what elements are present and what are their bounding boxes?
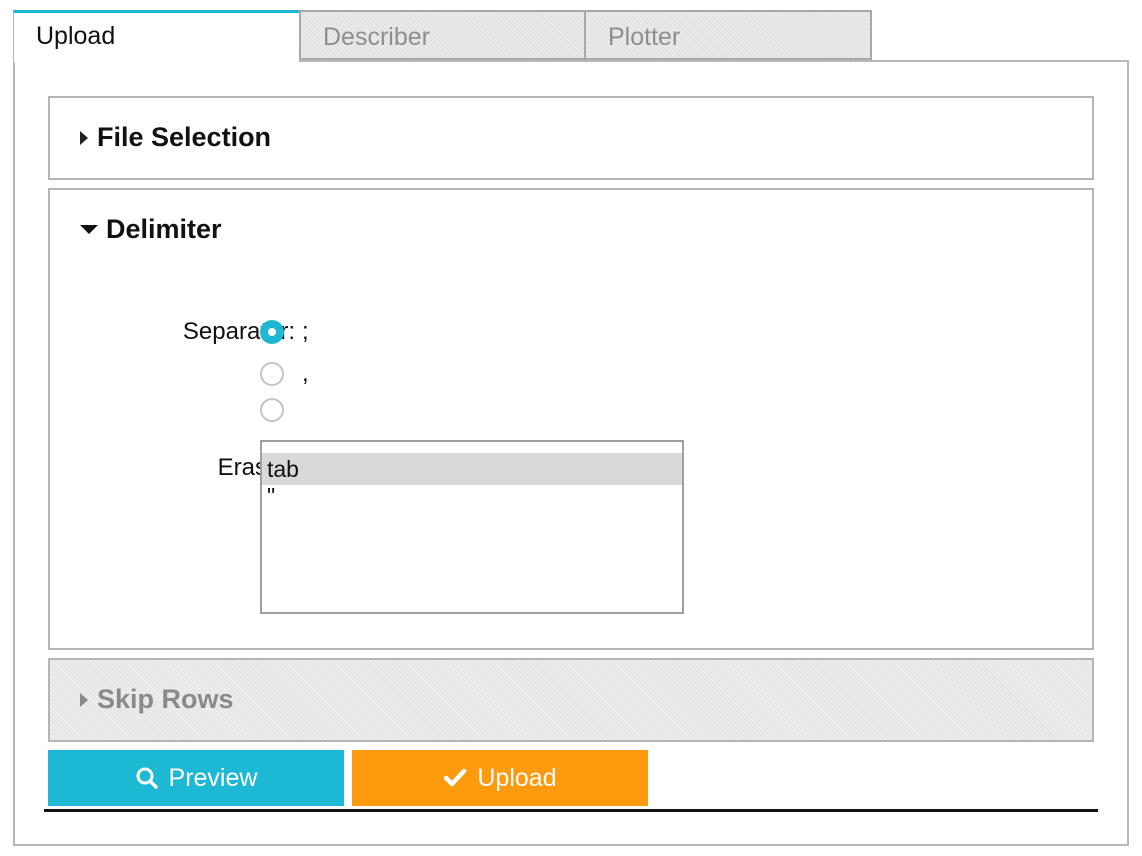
separator-option-comma[interactable]: ,	[260, 360, 309, 388]
tab-describer[interactable]: Describer	[299, 10, 586, 60]
preview-button[interactable]: Preview	[48, 750, 344, 806]
preview-label: Preview	[168, 763, 258, 792]
eraser-option-tab[interactable]: tab	[262, 453, 682, 485]
file-selection-title: File Selection	[97, 122, 272, 152]
skip-rows-section: Skip Rows	[48, 658, 1094, 742]
tab-describer-label: Describer	[323, 23, 430, 51]
search-icon	[135, 766, 159, 790]
delimiter-header[interactable]: Delimiter	[80, 214, 222, 245]
eraser-option-quote[interactable]: "	[262, 485, 682, 511]
file-selection-section: File Selection	[48, 96, 1094, 180]
eraser-listbox[interactable]: tab "	[260, 440, 684, 614]
caret-right-icon	[80, 130, 88, 145]
tab-upload-label: Upload	[36, 22, 116, 50]
upload-label: Upload	[477, 763, 557, 792]
separator-option-semicolon[interactable]: ;	[260, 318, 309, 346]
radio-unchecked-icon[interactable]	[260, 362, 284, 386]
separator-option-text: ;	[302, 318, 309, 345]
caret-down-icon	[80, 225, 98, 234]
bottom-divider	[44, 809, 1098, 812]
radio-unchecked-icon[interactable]	[260, 398, 284, 422]
upload-button[interactable]: Upload	[352, 750, 648, 806]
caret-right-icon	[80, 692, 88, 707]
skip-rows-header[interactable]: Skip Rows	[80, 684, 234, 715]
file-selection-header[interactable]: File Selection	[80, 122, 271, 153]
separator-option-blank[interactable]	[260, 398, 302, 422]
skip-rows-title: Skip Rows	[97, 684, 234, 714]
delimiter-title: Delimiter	[106, 214, 222, 244]
delimiter-section: Delimiter Separator: ; , Eraser: tab "	[48, 188, 1094, 650]
check-icon	[443, 767, 467, 789]
separator-option-text: ,	[302, 360, 309, 387]
tab-plotter-label: Plotter	[608, 23, 681, 51]
radio-checked-icon[interactable]	[260, 320, 284, 344]
tab-upload[interactable]: Upload	[13, 10, 299, 62]
tab-plotter[interactable]: Plotter	[584, 10, 872, 60]
